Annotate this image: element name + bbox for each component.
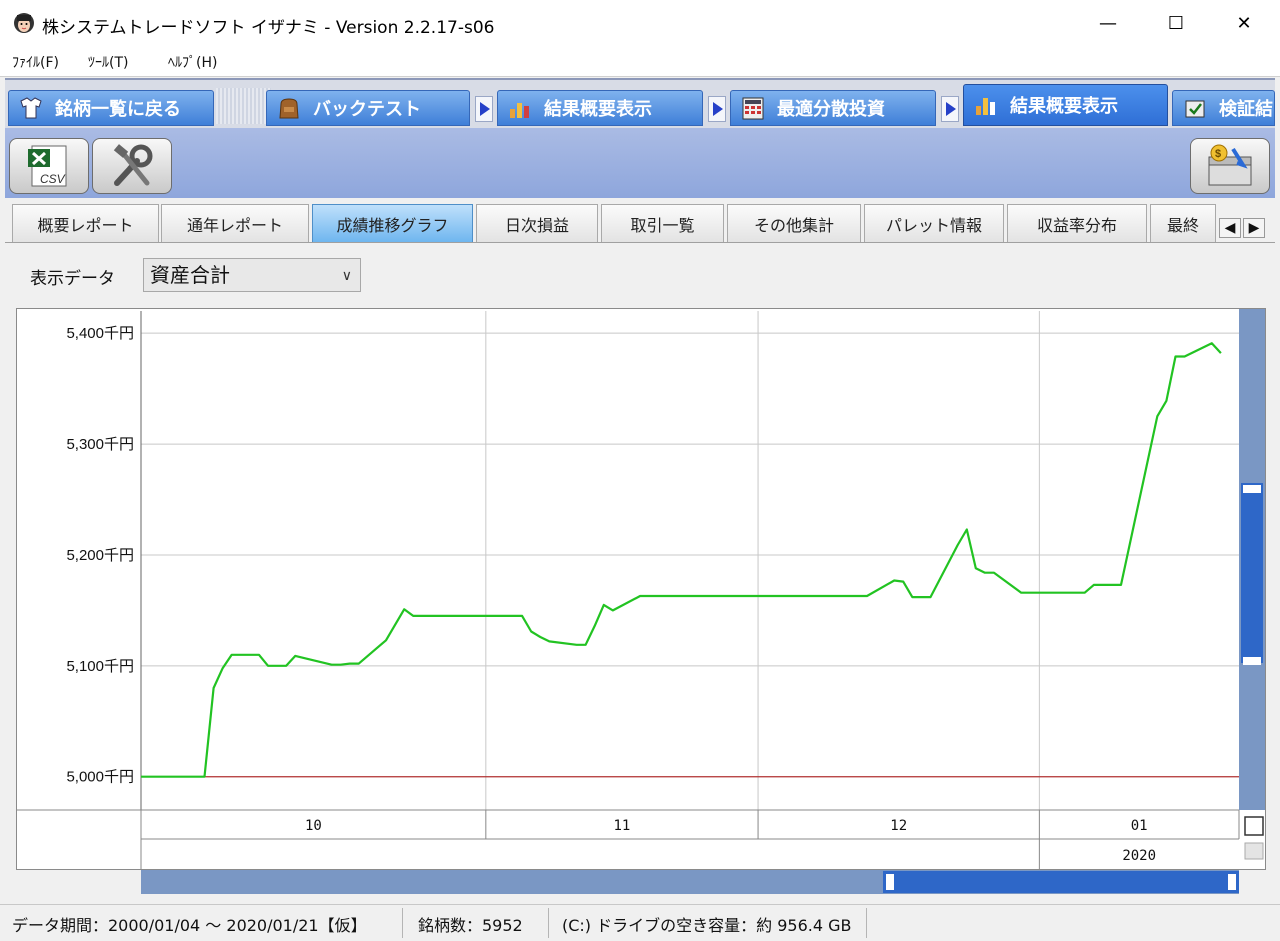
vertical-scroll-grip-bottom — [1243, 657, 1261, 665]
money-chest-button[interactable]: $ — [1190, 138, 1270, 194]
y-tick-label: 5,400千円 — [66, 325, 134, 342]
nav-arrow — [475, 96, 493, 122]
y-tick-label: 5,100千円 — [66, 658, 134, 675]
nav-tab-label: 銘柄一覧に戻る — [55, 99, 181, 120]
y-tick-label: 5,200千円 — [66, 547, 134, 564]
money-chest-icon: $ — [1208, 144, 1252, 186]
tools-icon — [113, 144, 153, 186]
window-title: 株システムトレードソフト イザナミ - Version 2.2.17-s06 — [42, 18, 495, 38]
nav-tab-label: 結果概要表示 — [544, 99, 652, 120]
nav-tab-backtest[interactable]: バックテスト — [266, 90, 470, 126]
status-symbol-count: 銘柄数：5952 — [418, 916, 523, 935]
menu-help[interactable]: ﾍﾙﾌﾟ(H) — [168, 52, 217, 72]
status-disk-space: (C:) ドライブの空き容量：約 956.4 GB — [562, 916, 852, 935]
nav-arrow — [708, 96, 726, 122]
nav-tab-back-to-list[interactable]: 銘柄一覧に戻る — [8, 90, 214, 126]
subtab-other-totals[interactable]: その他集計 — [727, 204, 861, 242]
subtab-performance-graph[interactable]: 成績推移グラフ — [312, 204, 473, 242]
subtab-pallet-info[interactable]: パレット情報 — [864, 204, 1004, 242]
csv-export-button[interactable]: CSV — [9, 138, 89, 194]
minimize-button[interactable]: — — [1074, 0, 1142, 46]
subtab-scroll-left[interactable]: ◀ — [1219, 218, 1241, 238]
nav-tab-result-summary-2[interactable]: 結果概要表示 — [963, 84, 1168, 126]
nav-tab-optimal-allocation[interactable]: 最適分散投資 — [730, 90, 936, 126]
subtab-annual-report[interactable]: 通年レポート — [161, 204, 309, 242]
subtab-daily-pnl[interactable]: 日次損益 — [476, 204, 598, 242]
asset-total-line — [141, 342, 1222, 778]
chevron-down-icon: ∨ — [341, 268, 352, 284]
x-month-label: 11 — [614, 818, 631, 834]
maximize-button[interactable]: ☐ — [1142, 0, 1210, 46]
csv-export-icon: CSV — [28, 145, 67, 187]
vertical-scroll-thumb — [1241, 483, 1263, 663]
toolbar — [5, 128, 1275, 199]
csv-label: CSV — [40, 172, 66, 186]
horizontal-scroll-thumb — [883, 871, 1239, 893]
display-data-value: 資産合計 — [150, 263, 230, 287]
display-data-label: 表示データ — [30, 269, 115, 289]
app-logo-icon — [14, 13, 34, 33]
bag-icon — [279, 98, 299, 119]
bar-chart-icon — [976, 98, 995, 115]
display-data-select[interactable]: 資産合計 ∨ — [143, 258, 361, 292]
svg-text:$: $ — [1215, 148, 1221, 160]
performance-chart: 5,400千円 5,300千円 5,200千円 5,100千円 5,000千円 10 11… — [17, 309, 1265, 894]
calculator-icon — [742, 97, 764, 120]
status-divider — [402, 908, 403, 938]
vertical-scroll-grip-top — [1243, 485, 1261, 493]
status-data-period: データ期間：2000/01/04 ～ 2020/01/21【仮】 — [12, 916, 367, 935]
menu-file[interactable]: ﾌｧｲﾙ(F) — [12, 52, 59, 72]
horizontal-scroll-grip-right — [1228, 874, 1236, 890]
subtab-return-distribution[interactable]: 収益率分布 — [1007, 204, 1147, 242]
bar-chart-icon — [510, 103, 529, 118]
x-year-label: 2020 — [1122, 848, 1156, 864]
nav-tab-result-summary-1[interactable]: 結果概要表示 — [497, 90, 703, 126]
y-tick-label: 5,000千円 — [66, 769, 134, 786]
nav-separator — [216, 88, 271, 124]
x-month-label: 12 — [890, 818, 907, 834]
status-divider — [866, 908, 867, 938]
x-month-label: 01 — [1131, 818, 1148, 834]
nav-arrow — [941, 96, 959, 122]
nav-tab-label: 結果概要表示 — [1010, 96, 1118, 117]
subtab-summary-report[interactable]: 概要レポート — [12, 204, 159, 242]
nav-tab-label: 最適分散投資 — [777, 99, 885, 120]
close-button[interactable]: ✕ — [1210, 0, 1278, 46]
subtab-scroll-right[interactable]: ▶ — [1243, 218, 1265, 238]
nav-tab-verification[interactable]: 検証結 — [1172, 90, 1275, 126]
nav-tab-label: バックテスト — [313, 99, 421, 120]
y-tick-label: 5,300千円 — [66, 436, 134, 453]
tools-button[interactable] — [92, 138, 172, 194]
subtab-final[interactable]: 最終 — [1150, 204, 1216, 242]
shirt-icon — [20, 97, 42, 119]
subtab-trade-list[interactable]: 取引一覧 — [601, 204, 724, 242]
checkbox-square-icon — [1244, 816, 1264, 836]
status-divider — [548, 908, 549, 938]
horizontal-scroll-grip-left — [886, 874, 894, 890]
menu-tools[interactable]: ﾂｰﾙ(T) — [88, 52, 128, 72]
nav-tab-label: 検証結 — [1219, 99, 1273, 120]
checkbox-square-disabled-icon — [1244, 842, 1264, 860]
verify-icon — [1185, 100, 1205, 118]
x-month-label: 10 — [305, 818, 322, 834]
